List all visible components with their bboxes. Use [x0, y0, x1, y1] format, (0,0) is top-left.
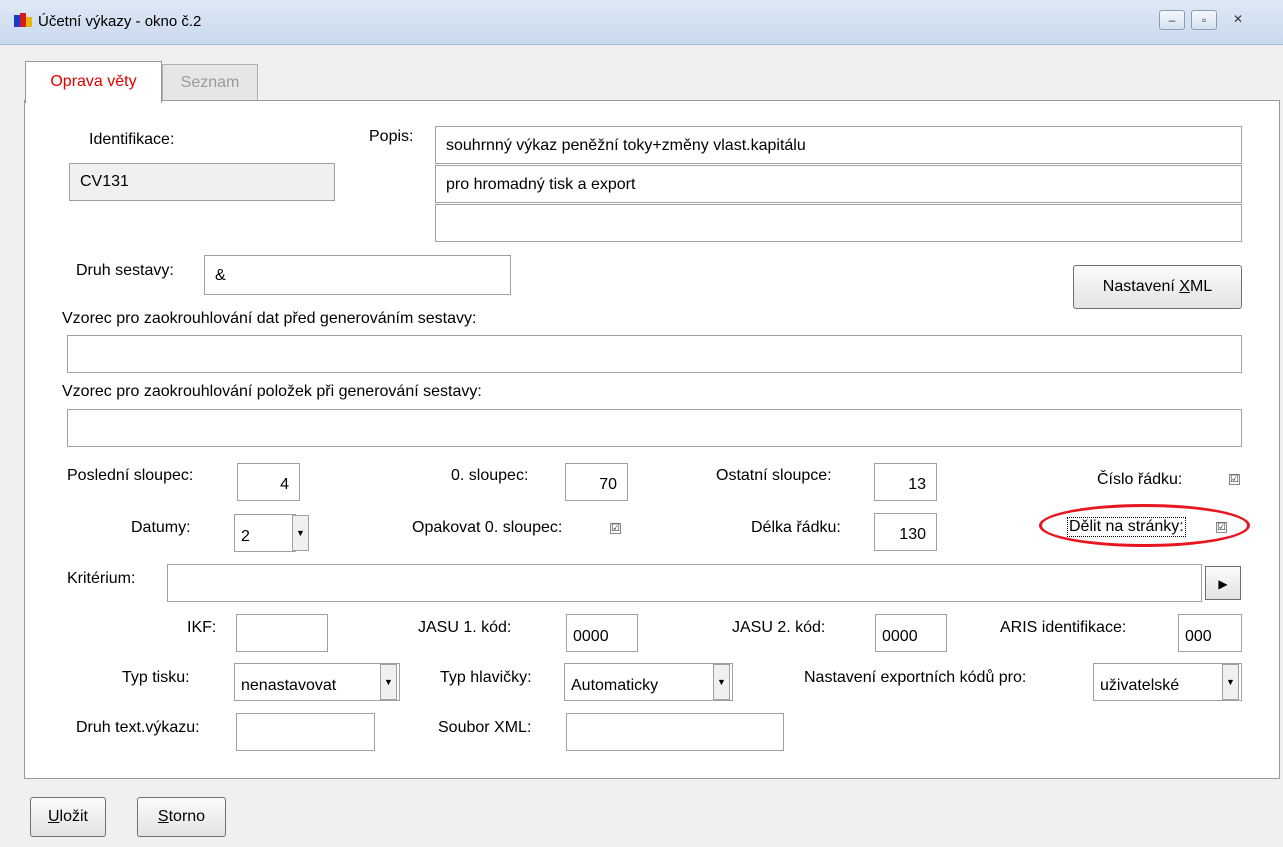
minimize-button[interactable]: –: [1159, 10, 1185, 30]
soubor-xml-label: Soubor XML:: [438, 719, 532, 736]
posledni-sloupec-field[interactable]: 4: [237, 463, 300, 501]
delit-checkbox[interactable]: ☑: [1216, 522, 1227, 533]
window-title: Účetní výkazy - okno č.2: [38, 13, 202, 30]
storno-label: torno: [168, 808, 206, 825]
typ-tisku-dropdown-arrow[interactable]: ▼: [380, 664, 397, 700]
export-kody-label: Nastavení exportních kódů pro:: [804, 669, 1027, 686]
storno-button[interactable]: Storno: [137, 797, 226, 837]
vzorec-dat-label: Vzorec pro zaokrouhlování dat před gener…: [62, 310, 477, 327]
nulty-sloupec-field[interactable]: 70: [565, 463, 628, 501]
export-kody-dropdown-arrow[interactable]: ▼: [1222, 664, 1239, 700]
app-icon: [14, 13, 32, 29]
jasu2-label: JASU 2. kód:: [732, 619, 826, 636]
aris-field[interactable]: 000: [1178, 614, 1242, 652]
vzorec-polozek-label: Vzorec pro zaokrouhlování položek při ge…: [62, 383, 482, 400]
datumy-dropdown-arrow[interactable]: ▼: [292, 515, 309, 551]
popis-line2-field[interactable]: pro hromadný tisk a export: [435, 165, 1242, 203]
datumy-select[interactable]: 2: [234, 514, 296, 552]
typ-hlavicky-select[interactable]: Automaticky: [564, 663, 733, 701]
soubor-xml-field[interactable]: [566, 713, 784, 751]
tab-oprava-vety[interactable]: Oprava věty: [25, 61, 162, 103]
opakovat-label: Opakovat 0. sloupec:: [412, 519, 563, 536]
ulozit-label: ložit: [59, 808, 88, 825]
kriterium-play-button[interactable]: ▶: [1205, 566, 1241, 600]
ulozit-button[interactable]: Uložit: [30, 797, 106, 837]
cislo-radku-label: Číslo řádku:: [1097, 471, 1183, 488]
delka-radku-field[interactable]: 130: [874, 513, 937, 551]
ikf-field[interactable]: [236, 614, 328, 652]
identifikace-label: Identifikace:: [89, 131, 175, 148]
ostatni-sloupce-label: Ostatní sloupce:: [716, 467, 832, 484]
cislo-radku-checkbox[interactable]: ☑: [1229, 474, 1240, 485]
nulty-sloupec-label: 0. sloupec:: [451, 467, 529, 484]
vzorec-dat-field[interactable]: [67, 335, 1242, 373]
typ-tisku-label: Typ tisku:: [122, 669, 190, 686]
nastaveni-xml-hotkey: X: [1179, 278, 1190, 295]
tab-seznam[interactable]: Seznam: [162, 64, 258, 101]
datumy-label: Datumy:: [131, 519, 191, 536]
opakovat-checkbox[interactable]: ☑: [610, 523, 621, 534]
popis-label: Popis:: [369, 128, 414, 145]
storno-hotkey: S: [157, 808, 169, 825]
druh-sestavy-field[interactable]: &: [204, 255, 511, 295]
jasu1-label: JASU 1. kód:: [418, 619, 512, 636]
export-kody-select[interactable]: uživatelské: [1093, 663, 1242, 701]
maximize-button[interactable]: ▫: [1191, 10, 1217, 30]
druh-text-field[interactable]: [236, 713, 375, 751]
ostatni-sloupce-field[interactable]: 13: [874, 463, 937, 501]
close-button[interactable]: ✕: [1223, 10, 1253, 30]
vzorec-polozek-field[interactable]: [67, 409, 1242, 447]
ulozit-hotkey: U: [47, 808, 60, 825]
delka-radku-label: Délka řádku:: [751, 519, 841, 536]
druh-sestavy-label: Druh sestavy:: [76, 262, 174, 279]
jasu1-field[interactable]: 0000: [566, 614, 638, 652]
druh-text-label: Druh text.výkazu:: [76, 719, 200, 736]
posledni-sloupec-label: Poslední sloupec:: [67, 467, 194, 484]
kriterium-field[interactable]: [167, 564, 1202, 602]
typ-hlavicky-label: Typ hlavičky:: [440, 669, 532, 686]
nastaveni-xml-label-post: ML: [1189, 278, 1213, 295]
kriterium-label: Kritérium:: [67, 570, 136, 587]
play-icon: ▶: [1218, 577, 1228, 591]
typ-tisku-select[interactable]: nenastavovat: [234, 663, 400, 701]
ikf-label: IKF:: [187, 619, 217, 636]
popis-line1-field[interactable]: souhrnný výkaz peněžní toky+změny vlast.…: [435, 126, 1242, 164]
nastaveni-xml-button[interactable]: Nastavení XML: [1073, 265, 1242, 309]
identifikace-field[interactable]: CV131: [69, 163, 335, 201]
popis-line3-field[interactable]: [435, 204, 1242, 242]
typ-hlavicky-dropdown-arrow[interactable]: ▼: [713, 664, 730, 700]
jasu2-field[interactable]: 0000: [875, 614, 947, 652]
delit-label: Dělit na stránky:: [1067, 517, 1186, 537]
aris-label: ARIS identifikace:: [1000, 619, 1127, 636]
nastaveni-xml-label-pre: Nastavení: [1102, 278, 1180, 295]
